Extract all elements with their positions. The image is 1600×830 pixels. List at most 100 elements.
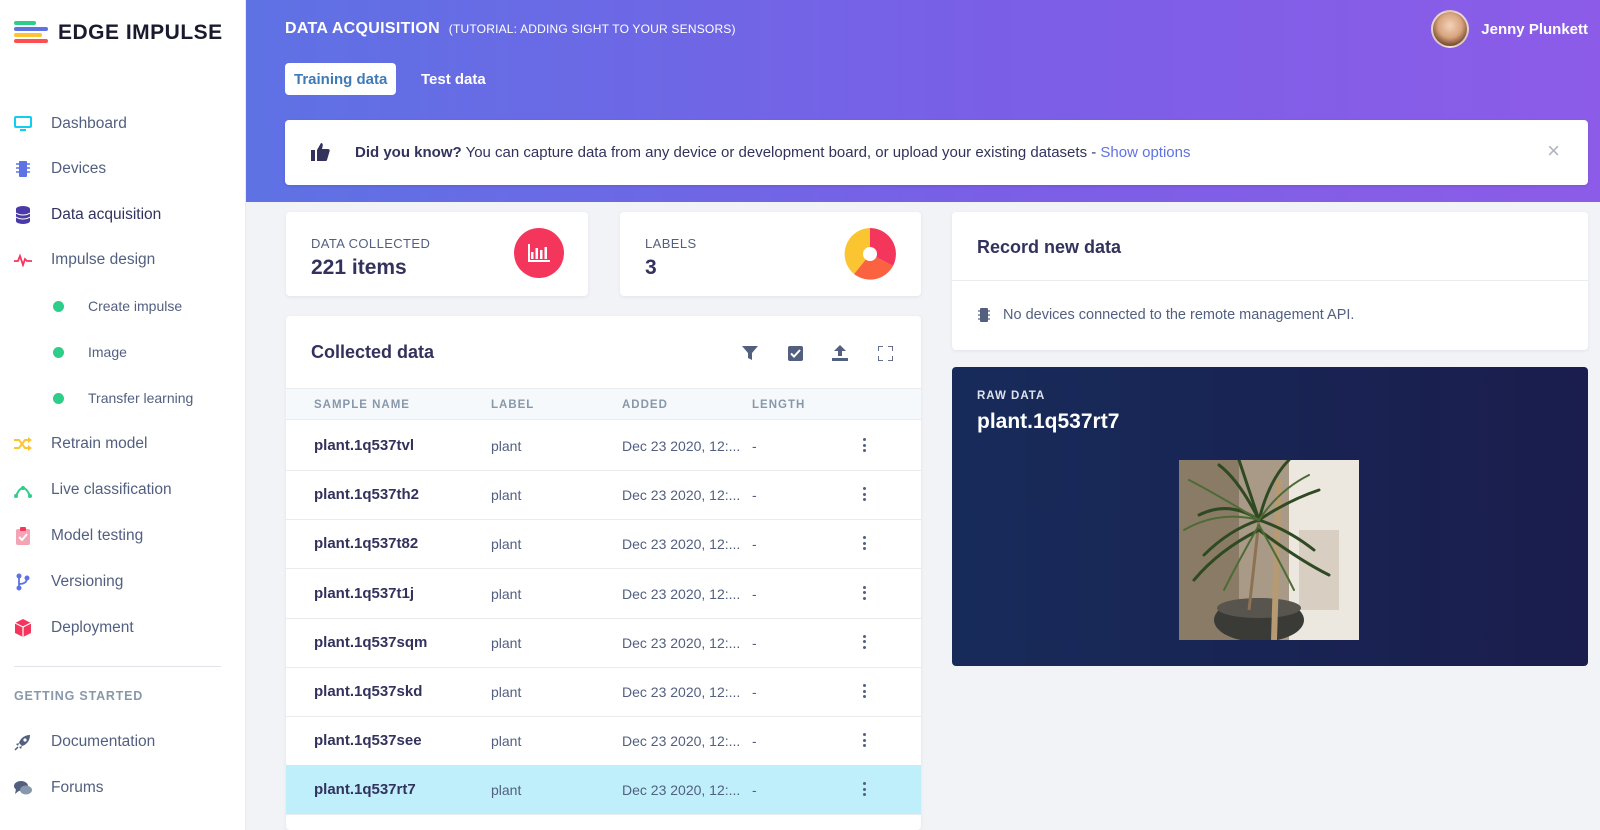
sidebar-item-documentation[interactable]: Documentation (0, 722, 246, 762)
sidebar-item-label: Live classification (51, 481, 172, 498)
table-row[interactable]: plant.1q537see plant Dec 23 2020, 12:... - (286, 716, 921, 767)
sidebar-subitem-label: Create impulse (88, 298, 183, 314)
record-new-data-card: Record new data No devices connected to … (952, 212, 1588, 350)
column-header-label[interactable]: LABEL (491, 399, 534, 411)
avatar[interactable] (1431, 10, 1470, 48)
monitor-icon (14, 115, 32, 133)
rocket-icon (14, 733, 32, 751)
filter-icon[interactable] (741, 344, 759, 362)
database-icon (14, 206, 32, 224)
thumbs-up-icon (311, 142, 331, 162)
added-cell: Dec 23 2020, 12:... (622, 634, 741, 651)
cube-icon (14, 619, 32, 637)
label-cell: plant (491, 487, 522, 504)
sample-name-cell: plant.1q537t1j (314, 584, 415, 602)
record-new-data-title: Record new data (977, 237, 1122, 257)
sidebar-item-model-testing[interactable]: Model testing (0, 516, 246, 556)
page-title: DATA ACQUISITION (TUTORIAL: ADDING SIGHT… (285, 20, 736, 38)
column-header-length[interactable]: LENGTH (752, 399, 805, 411)
more-options-icon[interactable] (862, 634, 866, 649)
data-collected-value: 221 items (311, 256, 407, 279)
label-cell: plant (491, 733, 522, 750)
more-options-icon[interactable] (862, 536, 866, 551)
more-options-icon[interactable] (862, 684, 866, 698)
more-options-icon[interactable] (862, 438, 866, 452)
sample-name-cell: plant.1q537tvl (314, 437, 415, 454)
added-cell: Dec 23 2020, 12:... (622, 733, 741, 750)
tip-text: Did you know? You can capture data from … (355, 144, 1190, 161)
sidebar-item-data-acquisition[interactable]: Data acquisition (0, 195, 246, 235)
tip-banner: Did you know? You can capture data from … (285, 120, 1588, 185)
more-options-icon[interactable] (862, 733, 866, 748)
table-row[interactable]: plant.1q537sqm plant Dec 23 2020, 12:... - (286, 618, 921, 668)
table-header: SAMPLE NAME LABEL ADDED LENGTH (286, 388, 921, 420)
raw-data-label: RAW DATA (977, 390, 1046, 402)
label-cell: plant (491, 536, 522, 553)
close-icon[interactable]: × (1547, 140, 1560, 162)
sample-name-cell: plant.1q537t82 (314, 535, 419, 553)
label-cell: plant (491, 585, 522, 602)
sidebar-item-live-classification[interactable]: Live classification (0, 470, 246, 510)
signal-icon (14, 481, 32, 499)
edge-impulse-logo-icon (14, 20, 50, 46)
status-dot (53, 300, 64, 312)
tab-training-data[interactable]: Training data (285, 63, 397, 95)
page-title-text: DATA ACQUISITION (285, 20, 441, 37)
raw-data-sample-name: plant.1q537rt7 (977, 410, 1120, 433)
clipboard-check-icon (14, 527, 32, 545)
sidebar-item-deployment[interactable]: Deployment (0, 608, 246, 648)
label-cell: plant (491, 634, 522, 651)
table-row[interactable]: plant.1q537t1j plant Dec 23 2020, 12:... - (286, 569, 921, 619)
sidebar-item-versioning[interactable]: Versioning (0, 562, 246, 602)
upload-icon[interactable] (831, 344, 849, 362)
sidebar-item-label: Devices (51, 160, 107, 177)
added-cell: Dec 23 2020, 12:... (622, 782, 741, 799)
tip-bold: Did you know? (355, 144, 462, 161)
column-header-added[interactable]: ADDED (622, 399, 668, 411)
table-row[interactable]: plant.1q537rt7 plant Dec 23 2020, 12:... - (286, 765, 921, 816)
sidebar-item-devices[interactable]: Devices (0, 149, 246, 189)
table-row[interactable]: plant.1q537th2 plant Dec 23 2020, 12:... - (286, 470, 921, 521)
tab-test-data[interactable]: Test data (412, 63, 495, 95)
collected-data-title: Collected data (311, 342, 435, 362)
sidebar-subitem-create-impulse[interactable]: Create impulse (0, 288, 246, 324)
sidebar-item-retrain-model[interactable]: Retrain model (0, 424, 246, 464)
chip-icon (14, 160, 32, 178)
sample-name-cell: plant.1q537th2 (314, 486, 420, 504)
pie-chart-icon (844, 228, 896, 280)
bar-chart-icon (514, 228, 564, 278)
column-header-sample-name[interactable]: SAMPLE NAME (314, 399, 410, 411)
sidebar-item-forums[interactable]: Forums (0, 768, 246, 808)
sidebar-item-impulse-design[interactable]: Impulse design (0, 240, 246, 280)
length-cell: - (752, 536, 757, 553)
data-collected-label: DATA COLLECTED (311, 236, 431, 251)
sidebar-item-dashboard[interactable]: Dashboard (0, 104, 246, 144)
logo[interactable]: EDGE IMPULSE (14, 20, 223, 46)
pulse-icon (14, 251, 32, 269)
more-options-icon[interactable] (862, 585, 866, 600)
logo-text: EDGE IMPULSE (58, 21, 223, 44)
length-cell: - (752, 487, 757, 504)
fullscreen-icon[interactable] (876, 344, 894, 362)
collected-data-card: Collected data SAMPLE NAME LABEL ADDED L… (286, 316, 921, 830)
user-menu[interactable]: Jenny Plunkett (1431, 10, 1588, 48)
shuffle-icon (14, 435, 32, 453)
table-row[interactable]: plant.1q537tvl plant Dec 23 2020, 12:... - (286, 421, 921, 471)
labels-card: LABELS 3 (620, 212, 921, 296)
table-row[interactable]: plant.1q537skd plant Dec 23 2020, 12:... - (286, 667, 921, 717)
length-cell: - (752, 634, 757, 651)
table-row[interactable]: plant.1q537t82 plant Dec 23 2020, 12:... - (286, 519, 921, 570)
show-options-link[interactable]: Show options (1100, 144, 1190, 161)
length-cell: - (752, 782, 757, 799)
label-cell: plant (491, 438, 522, 454)
status-dot (53, 392, 64, 404)
sidebar-subitem-image[interactable]: Image (0, 334, 246, 370)
select-checkbox-icon[interactable] (786, 344, 804, 362)
chip-icon (978, 307, 990, 323)
length-cell: - (752, 585, 757, 602)
sidebar-subitem-transfer-learning[interactable]: Transfer learning (0, 380, 246, 416)
sidebar-item-label: Impulse design (51, 251, 156, 268)
more-options-icon[interactable] (862, 487, 866, 502)
more-options-icon[interactable] (862, 782, 866, 797)
sample-name-cell: plant.1q537rt7 (314, 781, 416, 799)
